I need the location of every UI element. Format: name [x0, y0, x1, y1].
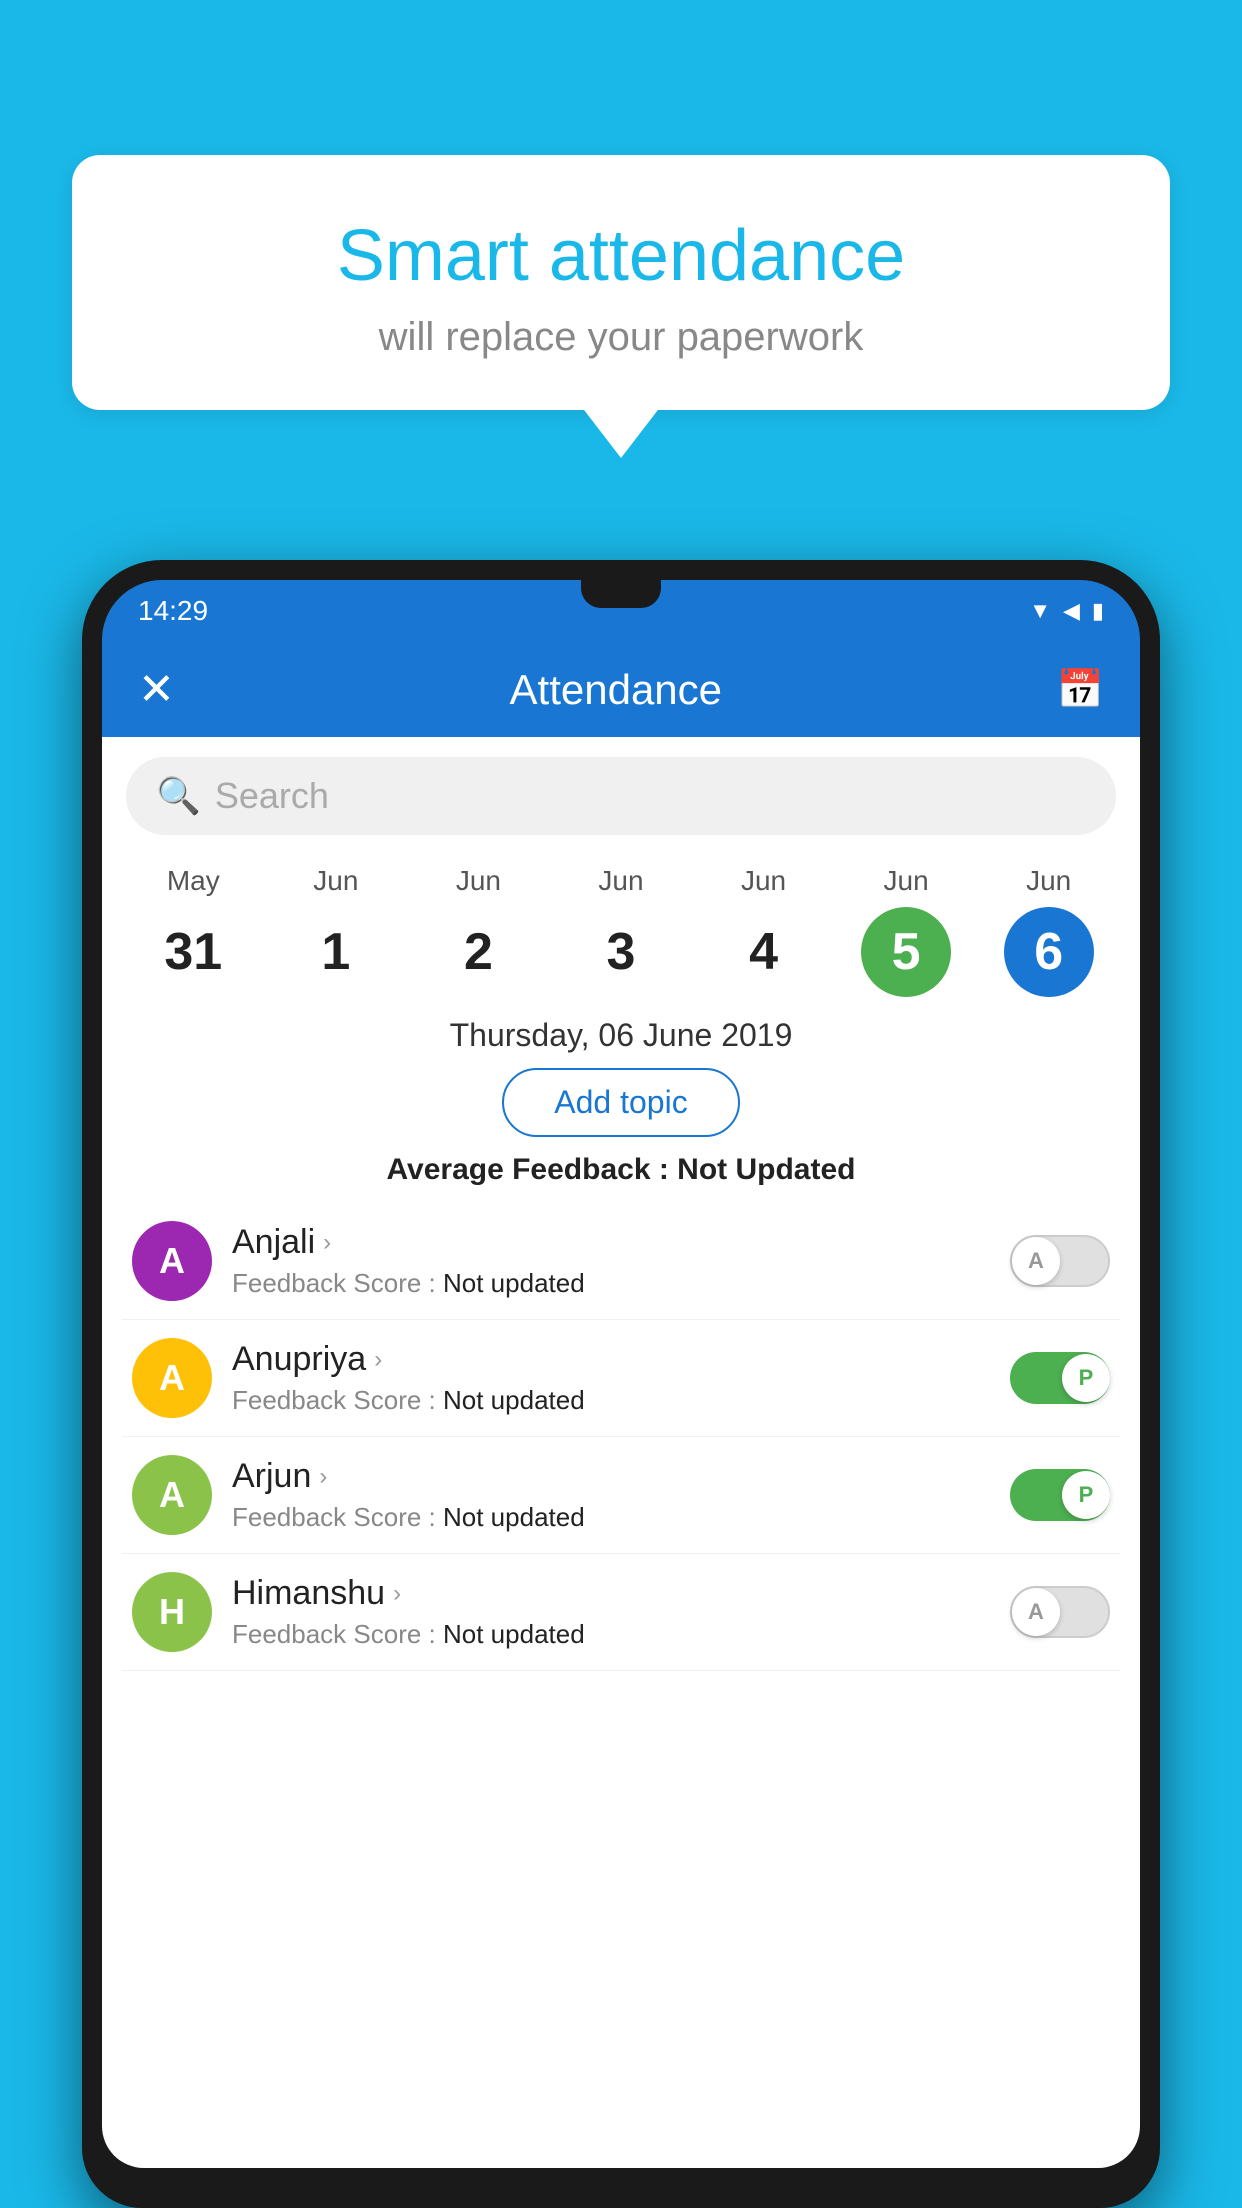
cal-date-number[interactable]: 3 [576, 907, 666, 997]
attendance-toggle[interactable]: P [1010, 1352, 1110, 1404]
feedback-score: Feedback Score : Not updated [232, 1619, 990, 1650]
attendance-toggle[interactable]: P [1010, 1469, 1110, 1521]
student-list: AAnjali ›Feedback Score : Not updatedAAA… [102, 1203, 1140, 1671]
chevron-right-icon: › [393, 1580, 401, 1608]
feedback-score: Feedback Score : Not updated [232, 1385, 990, 1416]
status-icons: ▼ ◀ ▮ [1029, 598, 1104, 624]
toggle-knob: A [1012, 1588, 1060, 1636]
phone-frame: 14:29 ▼ ◀ ▮ ✕ Attendance 📅 🔍 Search May 3… [82, 560, 1160, 2208]
attendance-toggle[interactable]: A [1010, 1586, 1110, 1638]
student-name: Arjun › [232, 1457, 990, 1496]
page-title: Attendance [510, 666, 723, 714]
student-name: Himanshu › [232, 1574, 990, 1613]
calendar-icon[interactable]: 📅 [1057, 668, 1104, 712]
cal-date-number[interactable]: 1 [291, 907, 381, 997]
phone-screen: ✕ Attendance 📅 🔍 Search May31Jun1Jun2Jun… [102, 642, 1140, 2168]
cal-date-number[interactable]: 2 [433, 907, 523, 997]
status-time: 14:29 [138, 595, 208, 627]
toggle-knob: A [1012, 1237, 1060, 1285]
student-item[interactable]: H Himanshu › Feedback Score : Not updated A [122, 1554, 1120, 1671]
add-topic-button[interactable]: Add topic [502, 1068, 739, 1137]
phone-notch [581, 580, 661, 608]
cal-date-number[interactable]: 31 [148, 907, 238, 997]
cal-date-number[interactable]: 6 [1004, 907, 1094, 997]
avg-feedback-label: Average Feedback : [386, 1153, 677, 1186]
cal-date-number[interactable]: 5 [861, 907, 951, 997]
student-item[interactable]: A Arjun › Feedback Score : Not updated P [122, 1437, 1120, 1554]
calendar-day[interactable]: Jun 5 [851, 865, 961, 997]
selected-date: Thursday, 06 June 2019 [102, 1017, 1140, 1054]
cal-date-number[interactable]: 4 [719, 907, 809, 997]
cal-month-label: Jun [313, 865, 358, 897]
feedback-score: Feedback Score : Not updated [232, 1268, 990, 1299]
chevron-right-icon: › [319, 1463, 327, 1491]
student-info: Himanshu › Feedback Score : Not updated [232, 1574, 990, 1650]
app-header: ✕ Attendance 📅 [102, 642, 1140, 737]
student-info: Arjun › Feedback Score : Not updated [232, 1457, 990, 1533]
bubble-subtitle: will replace your paperwork [122, 315, 1120, 360]
cal-month-label: Jun [884, 865, 929, 897]
calendar-day[interactable]: May 31 [138, 865, 248, 997]
calendar-day[interactable]: Jun 3 [566, 865, 676, 997]
student-info: Anjali › Feedback Score : Not updated [232, 1223, 990, 1299]
bubble-title: Smart attendance [122, 215, 1120, 297]
attendance-toggle[interactable]: A [1010, 1235, 1110, 1287]
cal-month-label: Jun [741, 865, 786, 897]
avatar: A [132, 1221, 212, 1301]
avatar: A [132, 1338, 212, 1418]
calendar-strip: May 31 Jun 1 Jun 2 Jun 3 Jun 4 Jun 5 Jun 6 [102, 855, 1140, 997]
chevron-right-icon: › [374, 1346, 382, 1374]
toggle-knob: P [1062, 1354, 1110, 1402]
calendar-day[interactable]: Jun 6 [994, 865, 1104, 997]
calendar-day[interactable]: Jun 2 [423, 865, 533, 997]
cal-month-label: Jun [598, 865, 643, 897]
student-item[interactable]: A Anjali › Feedback Score : Not updated A [122, 1203, 1120, 1320]
student-info: Anupriya › Feedback Score : Not updated [232, 1340, 990, 1416]
feedback-score: Feedback Score : Not updated [232, 1502, 990, 1533]
average-feedback: Average Feedback : Not Updated [102, 1153, 1140, 1187]
cal-month-label: Jun [1026, 865, 1071, 897]
calendar-day[interactable]: Jun 4 [709, 865, 819, 997]
chevron-right-icon: › [323, 1229, 331, 1257]
search-icon: 🔍 [156, 775, 201, 817]
avatar: A [132, 1455, 212, 1535]
battery-icon: ▮ [1092, 598, 1104, 624]
search-input[interactable]: Search [215, 775, 329, 817]
cal-month-label: Jun [456, 865, 501, 897]
signal-icon: ◀ [1063, 598, 1080, 624]
toggle-knob: P [1062, 1471, 1110, 1519]
search-bar[interactable]: 🔍 Search [126, 757, 1116, 835]
avatar: H [132, 1572, 212, 1652]
avg-feedback-value: Not Updated [677, 1153, 855, 1186]
speech-bubble: Smart attendance will replace your paper… [72, 155, 1170, 410]
wifi-icon: ▼ [1029, 598, 1051, 624]
cal-month-label: May [167, 865, 220, 897]
student-name: Anupriya › [232, 1340, 990, 1379]
calendar-day[interactable]: Jun 1 [281, 865, 391, 997]
student-item[interactable]: A Anupriya › Feedback Score : Not updated P [122, 1320, 1120, 1437]
close-button[interactable]: ✕ [138, 664, 175, 715]
student-name: Anjali › [232, 1223, 990, 1262]
